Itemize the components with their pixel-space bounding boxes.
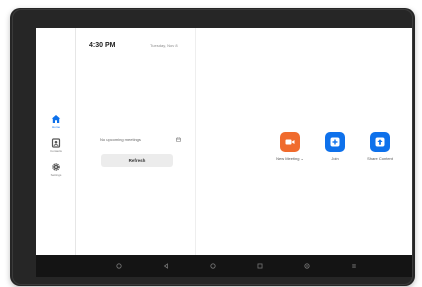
contacts-icon xyxy=(51,138,61,148)
sidebar-item-contacts[interactable]: Contacts xyxy=(36,138,76,153)
back-icon[interactable] xyxy=(163,263,169,269)
stage: Home Contacts Settings 4:30 PM Tuesday, … xyxy=(0,0,422,287)
actions-panel: New Meeting ⌄ Join Share Content xyxy=(196,28,412,255)
sidebar-item-label: Contacts xyxy=(50,149,62,153)
sidebar-item-label: Settings xyxy=(50,173,62,177)
new-meeting-button[interactable]: New Meeting ⌄ xyxy=(268,132,312,161)
recents-icon[interactable] xyxy=(257,263,263,269)
clock-time: 4:30 PM xyxy=(89,42,116,49)
join-tile[interactable] xyxy=(325,132,345,152)
system-navigation-bar xyxy=(36,255,412,277)
volume-down-icon[interactable] xyxy=(116,263,122,269)
tablet-screen: Home Contacts Settings 4:30 PM Tuesday, … xyxy=(36,28,412,277)
video-camera-icon xyxy=(285,139,295,145)
share-content-label: Share Content xyxy=(367,156,393,161)
clock-date: Tuesday, Nov 8 xyxy=(150,43,178,48)
share-content-tile[interactable] xyxy=(370,132,390,152)
plus-icon xyxy=(330,137,340,147)
sidebar-item-home[interactable]: Home xyxy=(36,114,76,129)
join-button[interactable]: Join xyxy=(313,132,357,161)
sidebar: Home Contacts Settings xyxy=(36,28,76,255)
upload-arrow-icon xyxy=(375,137,385,147)
join-label: Join xyxy=(331,156,339,161)
tablet-device: Home Contacts Settings 4:30 PM Tuesday, … xyxy=(10,8,415,286)
home-button-icon[interactable] xyxy=(210,263,216,269)
gear-icon xyxy=(52,163,60,171)
sidebar-item-label: Home xyxy=(51,125,60,129)
meetings-panel: 4:30 PM Tuesday, Nov 8 No upcoming meeti… xyxy=(76,28,196,255)
app-content: Home Contacts Settings 4:30 PM Tuesday, … xyxy=(36,28,412,255)
sidebar-item-settings[interactable]: Settings xyxy=(36,162,76,177)
new-meeting-label: New Meeting ⌄ xyxy=(276,156,304,161)
new-meeting-tile[interactable] xyxy=(280,132,300,152)
share-content-button[interactable]: Share Content xyxy=(358,132,402,161)
menu-icon[interactable] xyxy=(351,263,357,269)
home-icon xyxy=(51,115,61,123)
refresh-button[interactable]: Refresh xyxy=(101,154,173,167)
volume-up-icon[interactable] xyxy=(304,263,310,269)
no-meetings-text: No upcoming meetings xyxy=(100,137,141,142)
calendar-icon xyxy=(176,137,181,142)
